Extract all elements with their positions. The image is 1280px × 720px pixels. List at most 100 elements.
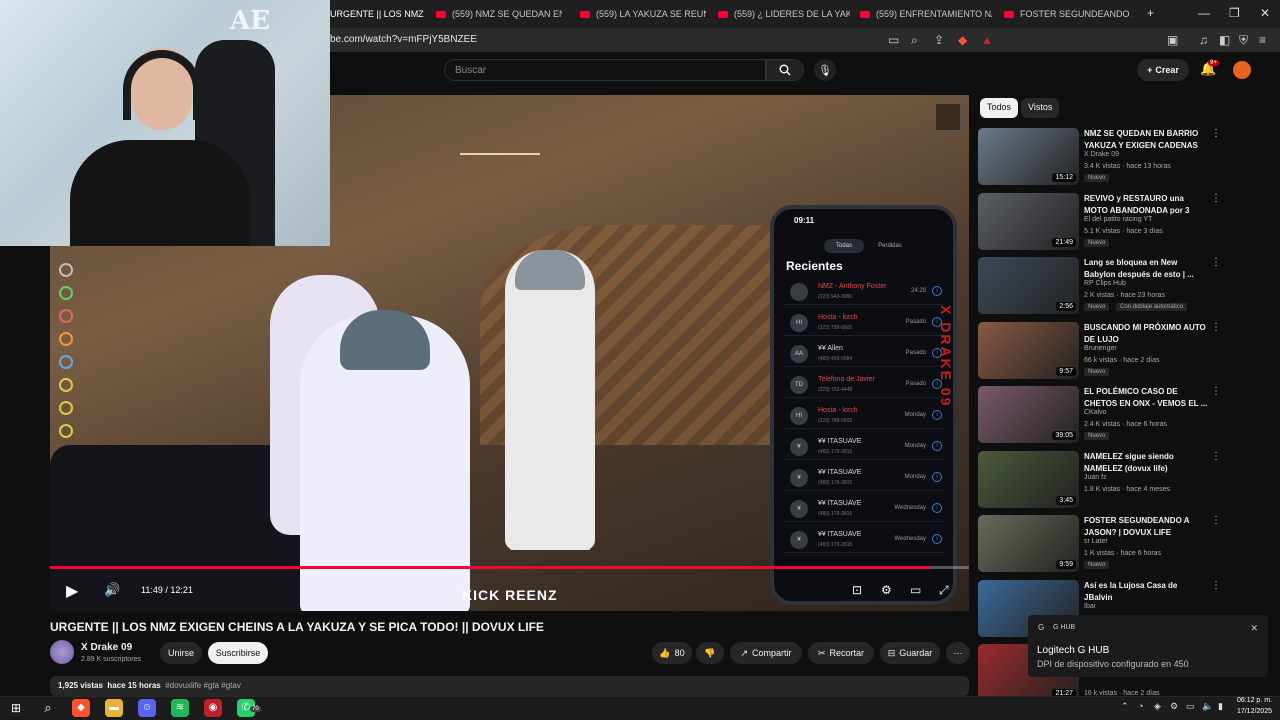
tray-icon[interactable]: ◔	[1138, 701, 1143, 711]
brave-rewards-icon[interactable]: ▲	[981, 33, 993, 47]
recommendation-thumbnail[interactable]: 21:49	[978, 192, 1079, 250]
brave-shield-icon[interactable]: ◆	[958, 33, 967, 47]
more-icon[interactable]: ⋮	[1211, 386, 1221, 397]
phone-call-row: ¥ ¥¥ ITASUAVE (483) 179-2815 Monday i	[784, 434, 944, 460]
url-text[interactable]: be.com/watch?v=mFPjY5BNZEE	[330, 34, 477, 45]
windows-start-icon[interactable]: ⊞	[7, 699, 25, 717]
music-icon[interactable]: ♫	[1199, 33, 1208, 47]
more-icon[interactable]: ⋮	[1211, 515, 1221, 526]
close-window-icon[interactable]: ✕	[1260, 6, 1270, 20]
recommendation-item[interactable]: 21:49 REVIVO y RESTAURO una MOTO ABANDONA…	[978, 192, 1221, 251]
app-icon[interactable]: ◉	[204, 699, 222, 717]
zoom-icon[interactable]: ⌕	[911, 33, 918, 48]
notification-badge: 9+	[1208, 60, 1219, 66]
discord-icon[interactable]: ☺	[138, 699, 156, 717]
search-input[interactable]: Buscar	[444, 59, 766, 81]
more-actions-button[interactable]: ⋯	[946, 642, 970, 664]
notification-toast[interactable]: G G HUB ✕ Logitech G HUB DPI de disposit…	[1028, 615, 1268, 677]
account-avatar[interactable]	[1233, 61, 1251, 79]
search-icon	[779, 64, 791, 76]
clock-date[interactable]: 17/12/2025	[1232, 708, 1272, 715]
tray-icon[interactable]: ◈	[1154, 701, 1161, 712]
browser-tab[interactable]: (559) ¿ LIDERES DE LA YAKUZA	[718, 3, 850, 25]
minimize-icon[interactable]: —	[1198, 6, 1210, 20]
play-icon[interactable]: ▶	[66, 581, 78, 601]
more-icon[interactable]: ⋮	[1211, 322, 1221, 333]
search-button[interactable]	[766, 59, 804, 81]
settings-icon[interactable]: ⚙	[881, 583, 892, 597]
more-icon[interactable]: ⋮	[1211, 451, 1221, 462]
like-button[interactable]: 👍 80	[652, 642, 692, 664]
network-icon[interactable]: ▭	[1186, 701, 1195, 712]
channel-avatar[interactable]	[50, 640, 74, 664]
more-icon[interactable]: ⋮	[1211, 580, 1221, 591]
sidebar-toggle-icon[interactable]: ▣	[1167, 33, 1178, 47]
volume-icon[interactable]: 🔊	[104, 582, 120, 598]
clock-time[interactable]: 06:12 p. m.	[1232, 697, 1272, 704]
chip-all[interactable]: Todos	[980, 98, 1019, 118]
browser-tab[interactable]: URGENTE || LOS NMZ✕	[330, 3, 426, 25]
tray-overflow-icon[interactable]: ⌃	[1121, 701, 1129, 712]
battery-icon[interactable]: ▮	[1218, 701, 1223, 712]
create-button[interactable]: + Crear	[1137, 59, 1189, 81]
toast-close-icon[interactable]: ✕	[1250, 623, 1258, 634]
recommendation-item[interactable]: 9:59 FOSTER SEGUNDEANDO A JASON? | DOVUX …	[978, 515, 1221, 573]
subtitles-icon[interactable]: ⊡	[852, 583, 862, 597]
tray-icon[interactable]: ⚙	[1170, 701, 1178, 712]
recommendation-thumbnail[interactable]: 3:45	[978, 450, 1079, 508]
channel-name[interactable]: X Drake 09	[81, 642, 132, 653]
hud-health-icon	[59, 286, 73, 300]
miniplayer-icon[interactable]: ▭	[910, 583, 921, 597]
headphones	[123, 50, 201, 120]
browser-tab[interactable]: (559) NMZ SE QUEDAN EN BA	[436, 3, 562, 25]
cast-icon[interactable]: ▭	[888, 33, 899, 47]
browser-tab-label: (559) NMZ SE QUEDAN EN BA	[452, 9, 562, 19]
fullscreen-icon[interactable]: ⤢	[939, 583, 949, 598]
chip-watched[interactable]: Vistos	[1021, 98, 1060, 118]
recommendation-thumbnail[interactable]: 9:57	[978, 321, 1079, 379]
menu-icon[interactable]: ≡	[1259, 33, 1266, 47]
progress-bar[interactable]	[50, 566, 969, 569]
hashtags[interactable]: #dovuxlife #gta #gtav	[165, 681, 241, 690]
clip-button[interactable]: ✂ Recortar	[808, 642, 874, 664]
shield-icon[interactable]: ⛨	[1239, 33, 1248, 48]
share-icon[interactable]: ⇪	[934, 33, 944, 47]
dislike-button[interactable]: 👎	[696, 642, 724, 664]
recommendation-channel: El del patito racing YT	[1084, 215, 1153, 223]
info-icon: i	[932, 441, 942, 451]
browser-tab[interactable]: (559) LA YAKUZA SE REUNE CO	[580, 3, 706, 25]
more-icon[interactable]: ⋮	[1211, 128, 1221, 139]
recommendation-item[interactable]: 15:12 NMZ SE QUEDAN EN BARRIO YAKUZA Y EX…	[978, 128, 1221, 186]
scene-character	[505, 250, 595, 550]
save-button[interactable]: ⊟ Guardar	[880, 642, 940, 664]
recommendation-thumbnail[interactable]: 9:59	[978, 515, 1079, 572]
recommendation-thumbnail[interactable]: 2:56	[978, 257, 1079, 314]
new-badge: Nuevo	[1084, 561, 1110, 569]
recommendation-item[interactable]: 39:05 EL POLÉMICO CASO DE CHETOS EN ONX -…	[978, 386, 1221, 444]
spotify-icon[interactable]: ≋	[171, 699, 189, 717]
phone-call-number: (323) 789-0602	[818, 418, 853, 424]
search-icon[interactable]: ⌕	[39, 699, 57, 717]
browser-tab[interactable]: (559) ENFRENTAMIENTO NAM	[860, 3, 992, 25]
file-explorer-icon[interactable]: ▬	[105, 699, 123, 717]
voice-search-button[interactable]: 🎙	[814, 59, 836, 81]
more-icon[interactable]: ⋮	[1211, 193, 1221, 204]
duration-badge: 21:49	[1052, 237, 1076, 247]
recommendation-thumbnail[interactable]: 15:12	[978, 128, 1079, 185]
subscribe-button[interactable]: Suscribirse	[208, 642, 268, 664]
recommendation-item[interactable]: 9:57 BUSCANDO MI PRÓXIMO AUTO DE LUJO Brun…	[978, 321, 1221, 380]
new-tab-button[interactable]: +	[1147, 6, 1154, 20]
browser-tab[interactable]: FOSTER SEGUNDEANDO A JAS	[1004, 3, 1132, 25]
restore-icon[interactable]: ❐	[1229, 6, 1240, 20]
join-button[interactable]: Unirse	[160, 642, 202, 664]
recommendation-item[interactable]: 3:45 NAMELEZ sigue siendo NAMELEZ (dovux …	[978, 450, 1221, 509]
recommendation-thumbnail[interactable]: 39:05	[978, 386, 1079, 443]
brave-icon[interactable]: ◆	[72, 699, 90, 717]
description-box[interactable]: 1,925 vistas hace 15 horas #dovuxlife #g…	[50, 676, 969, 696]
more-icon[interactable]: ⋮	[1211, 257, 1221, 268]
share-button[interactable]: ↗ Compartir	[730, 642, 802, 664]
volume-tray-icon[interactable]: 🔈	[1202, 701, 1213, 712]
overlay-text: KICK REENZ	[462, 587, 558, 603]
recommendation-item[interactable]: 2:56 Lang se bloquea en New Babylon despu…	[978, 257, 1221, 315]
panel-icon[interactable]: ◧	[1219, 33, 1230, 47]
